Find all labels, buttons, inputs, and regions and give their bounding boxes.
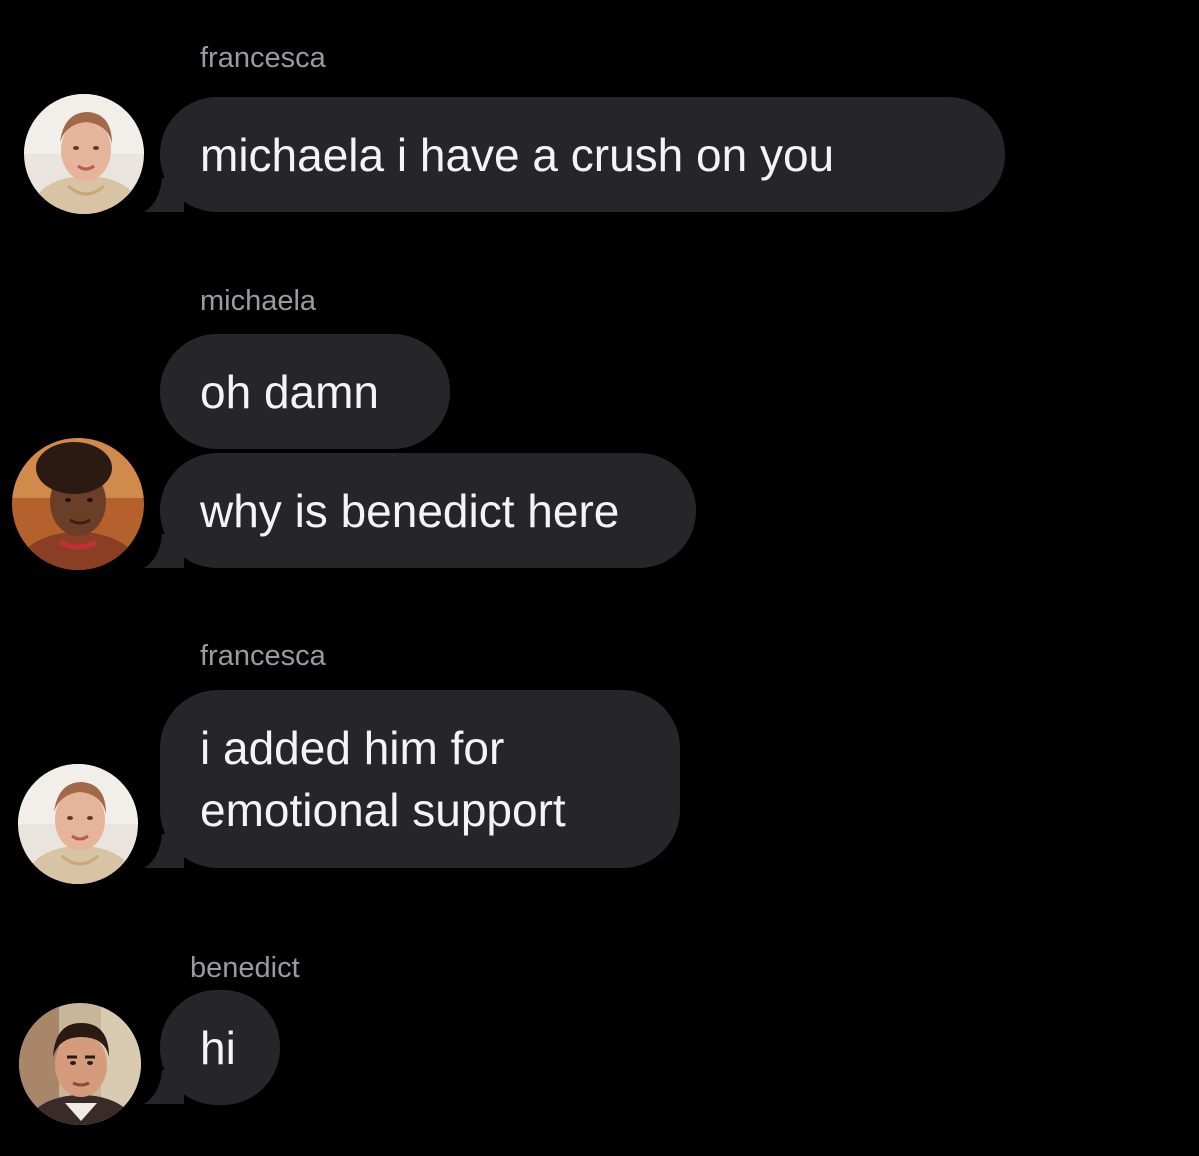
message-bubble[interactable]: why is benedict here — [160, 453, 696, 568]
francesca-avatar[interactable] — [24, 94, 144, 214]
message-text: oh damn — [200, 365, 380, 418]
benedict-avatar[interactable] — [19, 1003, 141, 1125]
sender-label-francesca: francesca — [200, 640, 326, 672]
sender-label-francesca: francesca — [200, 42, 326, 74]
message-text: why is benedict here — [200, 484, 620, 537]
francesca-avatar[interactable] — [18, 764, 138, 884]
message-bubble[interactable]: michaela i have a crush on you — [160, 97, 1005, 212]
message-text: michaela i have a crush on you — [200, 128, 835, 181]
michaela-avatar[interactable] — [12, 438, 144, 570]
message-text-line-2: emotional support — [200, 784, 566, 836]
message-bubble[interactable]: hi — [160, 990, 280, 1105]
sender-label-benedict: benedict — [190, 952, 300, 984]
message-bubble[interactable]: oh damn — [160, 334, 450, 449]
message-text: hi — [200, 1021, 236, 1074]
message-bubble[interactable]: i added him for emotional support — [160, 690, 680, 868]
message-text-line-1: i added him for — [200, 722, 505, 774]
sender-label-michaela: michaela — [200, 285, 317, 317]
